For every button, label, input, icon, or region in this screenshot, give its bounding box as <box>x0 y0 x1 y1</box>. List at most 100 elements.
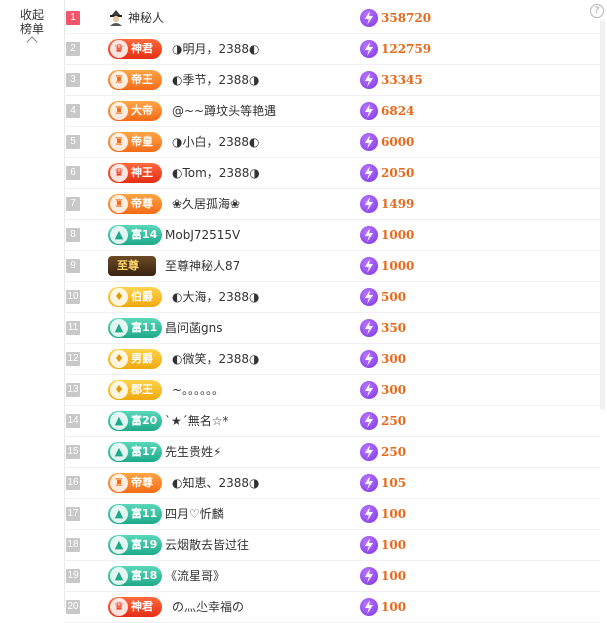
badge-label: 富18 <box>131 569 158 582</box>
badge-emblem-icon: ♦ <box>110 381 128 399</box>
ranking-row[interactable]: 2 ♛ 神君 ◑明月，2388◐ 122759 <box>64 34 600 65</box>
lightning-coin-icon <box>360 9 378 27</box>
ranking-row[interactable]: 7 ♜ 帝尊 ❀久居孤海❀ 1499 <box>64 189 600 220</box>
badge-emblem-icon: ♛ <box>110 164 128 182</box>
lightning-coin-icon <box>360 412 378 430</box>
ranking-row[interactable]: 9 至尊 至尊神秘人87 1000 <box>64 251 600 282</box>
ranking-row[interactable]: 6 ♛ 神王 ◐Tom，2388◑ 2050 <box>64 158 600 189</box>
ranking-row[interactable]: 17 ▲ 富11 四月♡忻麟 100 <box>64 499 600 530</box>
badge-label: 男爵 <box>131 352 153 365</box>
rank-number: 11 <box>66 321 80 335</box>
ranking-row[interactable]: 14 ▲ 富20 ˋ★ˊ無名☆* 250 <box>64 406 600 437</box>
badge-emblem-icon: ♜ <box>110 474 128 492</box>
badge-label: 富14 <box>131 228 158 241</box>
user-name[interactable]: ~。。。。。。 <box>172 382 224 398</box>
user-name[interactable]: 四月♡忻麟 <box>165 506 224 522</box>
ranking-row[interactable]: 3 ♜ 帝王 ◐季节，2388◑ 33345 <box>64 65 600 96</box>
rank-number: 10 <box>66 290 80 304</box>
ranking-row[interactable]: 4 ♜ 大帝 @~~蹲坟头等艳遇 6824 <box>64 96 600 127</box>
contribution-value: 1000 <box>381 228 415 242</box>
badge-label: 至尊 <box>117 259 139 272</box>
ranking-row[interactable]: 19 ▲ 富18 《流星哥》 100 <box>64 561 600 592</box>
lightning-coin-icon <box>360 536 378 554</box>
ranking-row[interactable]: 18 ▲ 富19 云烟散去皆过往 100 <box>64 530 600 561</box>
contribution-value: 6000 <box>381 135 415 149</box>
user-name[interactable]: 云烟散去皆过往 <box>165 537 249 553</box>
contribution-value: 358720 <box>381 11 432 25</box>
level-badge: ▲ 富14 <box>108 225 162 245</box>
level-badge: ♜ 帝皇 <box>108 132 162 152</box>
ranking-row[interactable]: 11 ▲ 富11 昌问菡gns 350 <box>64 313 600 344</box>
lightning-coin-icon <box>360 319 378 337</box>
badge-label: 大帝 <box>131 104 153 117</box>
lightning-coin-icon <box>360 226 378 244</box>
rank-number: 9 <box>66 259 80 273</box>
level-badge: ♛ 神君 <box>108 597 162 617</box>
ranking-row[interactable]: 8 ▲ 富14 MobJ72515V 1000 <box>64 220 600 251</box>
badge-label: 富17 <box>131 445 158 458</box>
contribution-value: 100 <box>381 538 407 552</box>
user-name[interactable]: 《流星哥》 <box>165 568 225 584</box>
user-name[interactable]: 神秘人 <box>128 10 164 26</box>
lightning-coin-icon <box>360 133 378 151</box>
user-name[interactable]: ◐季节，2388◑ <box>172 72 259 88</box>
user-name[interactable]: ◐知恵、2388◑ <box>172 475 259 491</box>
ranking-row[interactable]: 13 ♦ 郡王 ~。。。。。。 300 <box>64 375 600 406</box>
contribution-value: 100 <box>381 600 407 614</box>
ranking-row[interactable]: 16 ♜ 帝尊 ◐知恵、2388◑ 105 <box>64 468 600 499</box>
badge-emblem-icon: ▲ <box>110 226 128 244</box>
contribution-value: 105 <box>381 476 407 490</box>
lightning-coin-icon <box>360 164 378 182</box>
user-name[interactable]: 先生贵姓⚡ <box>165 444 221 460</box>
user-name[interactable]: 至尊神秘人87 <box>165 258 240 274</box>
contribution-value: 250 <box>381 414 407 428</box>
gift-ranking-list: 1 神秘人 358720 2 ♛ 神君 ◑明月，2388◐ 122759 3 ♜ 帝王 ◐季节，238… <box>64 3 600 623</box>
collapse-ranking-button[interactable]: 收起榜单 <box>8 8 56 48</box>
contribution-value: 250 <box>381 445 407 459</box>
contribution-value: 1499 <box>381 197 415 211</box>
user-name[interactable]: ˋ★ˊ無名☆* <box>165 413 229 429</box>
contribution-value: 300 <box>381 352 407 366</box>
badge-emblem-icon: ▲ <box>110 536 128 554</box>
rank-number: 3 <box>66 73 80 87</box>
lightning-coin-icon <box>360 71 378 89</box>
lightning-coin-icon <box>360 40 378 58</box>
lightning-coin-icon <box>360 443 378 461</box>
level-badge: ▲ 富11 <box>108 318 162 338</box>
level-badge: ♦ 郡王 <box>108 380 162 400</box>
ranking-row[interactable]: 15 ▲ 富17 先生贵姓⚡ 250 <box>64 437 600 468</box>
user-name[interactable]: ❀久居孤海❀ <box>172 196 240 212</box>
user-name[interactable]: @~~蹲坟头等艳遇 <box>172 103 276 119</box>
rank-number: 20 <box>66 600 80 614</box>
badge-label: 郡王 <box>131 383 153 396</box>
badge-emblem-icon: ♜ <box>110 195 128 213</box>
badge-emblem-icon: ▲ <box>110 319 128 337</box>
rank-number: 14 <box>66 414 80 428</box>
level-badge: ▲ 富11 <box>108 504 162 524</box>
user-name[interactable]: ◑小白，2388◐ <box>172 134 259 150</box>
rank-number: 16 <box>66 476 80 490</box>
ranking-row[interactable]: 1 神秘人 358720 <box>64 3 600 34</box>
lightning-coin-icon <box>360 567 378 585</box>
lightning-coin-icon <box>360 381 378 399</box>
user-name[interactable]: 昌问菡gns <box>165 320 222 336</box>
ranking-row[interactable]: 5 ♜ 帝皇 ◑小白，2388◐ 6000 <box>64 127 600 158</box>
lightning-coin-icon <box>360 598 378 616</box>
badge-emblem-icon: ♦ <box>110 288 128 306</box>
user-name[interactable]: ◐Tom，2388◑ <box>172 165 260 181</box>
ranking-row[interactable]: 12 ♦ 男爵 ◐微笑，2388◑ 300 <box>64 344 600 375</box>
level-badge: ♛ 神君 <box>108 39 162 59</box>
collapse-label: 收起榜单 <box>19 8 44 36</box>
user-name[interactable]: ◑明月，2388◐ <box>172 41 259 57</box>
lightning-coin-icon <box>360 474 378 492</box>
ranking-row[interactable]: 10 ♦ 伯爵 ◐大海，2388◑ 500 <box>64 282 600 313</box>
contribution-value: 6824 <box>381 104 415 118</box>
user-name[interactable]: の灬尐幸福の <box>172 599 244 615</box>
scrollbar[interactable] <box>600 20 605 410</box>
user-name[interactable]: MobJ72515V <box>165 227 240 243</box>
level-badge: ▲ 富19 <box>108 535 162 555</box>
rank-number: 2 <box>66 42 80 56</box>
badge-emblem-icon: ▲ <box>110 567 128 585</box>
user-name[interactable]: ◐微笑，2388◑ <box>172 351 259 367</box>
user-name[interactable]: ◐大海，2388◑ <box>172 289 259 305</box>
